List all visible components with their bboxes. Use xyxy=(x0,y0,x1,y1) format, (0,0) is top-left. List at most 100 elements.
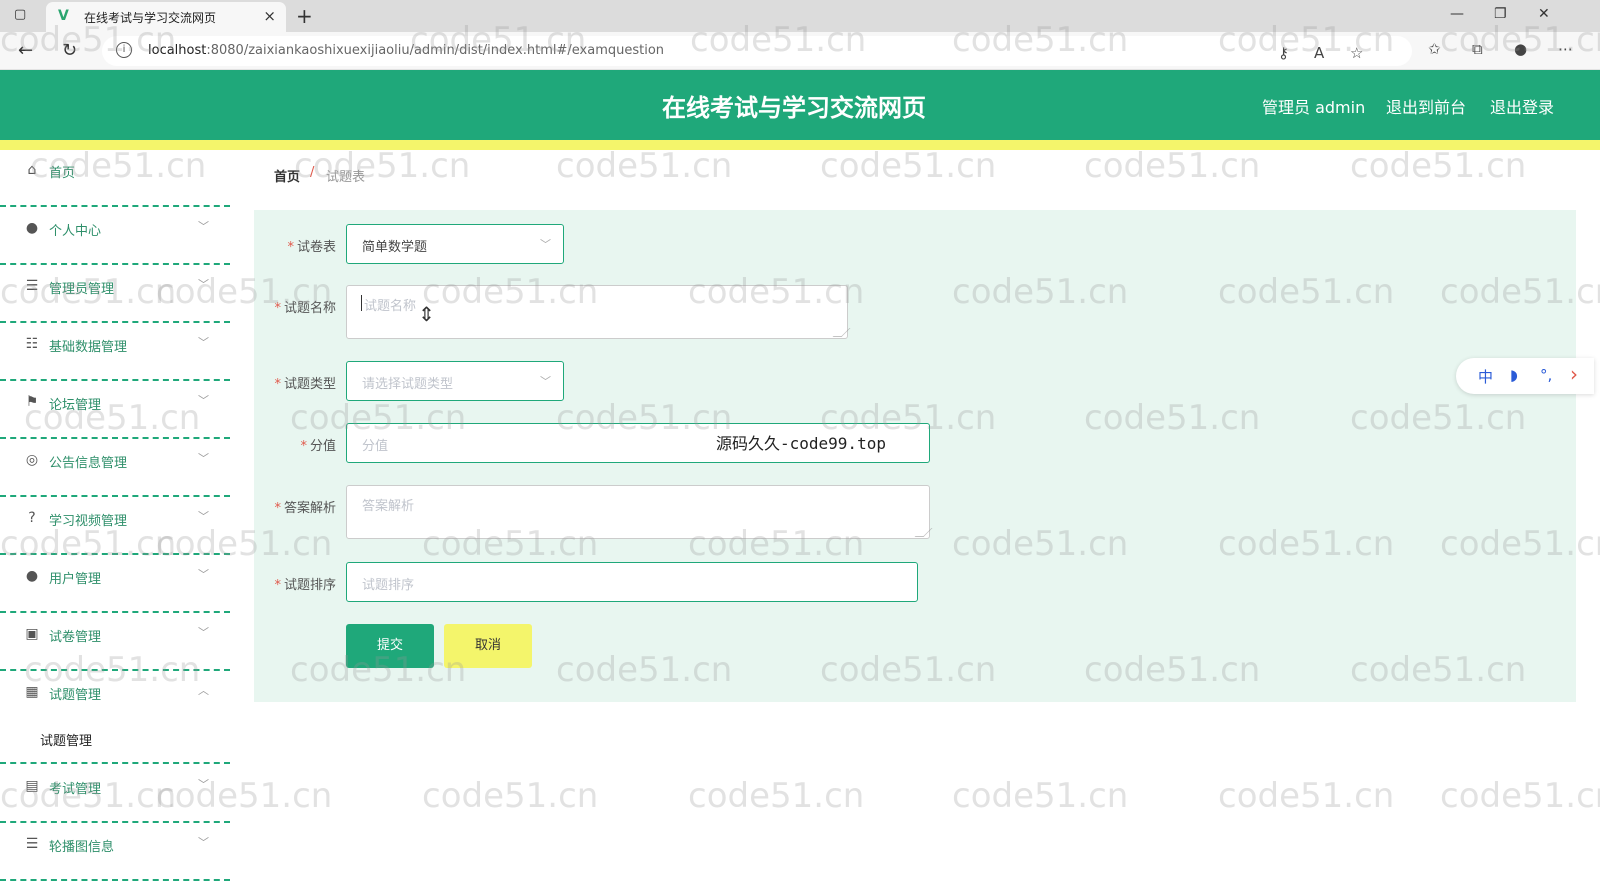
admin-label: 管理员 admin xyxy=(1262,98,1366,117)
paper-label-text: 试卷表 xyxy=(296,240,336,255)
sidebar-item-exams[interactable]: ▤ 考试管理 ﹀ xyxy=(0,766,230,823)
sidebar-item-home[interactable]: ⌂ 首页 xyxy=(0,150,230,207)
clipboard-icon: ▣ xyxy=(25,626,39,642)
sidebar-item-users[interactable]: ● 用户管理 ﹀ xyxy=(0,556,230,613)
key-icon[interactable]: ⚷ xyxy=(1278,44,1289,62)
required-mark: * xyxy=(274,501,281,516)
printer-icon: ▤ xyxy=(25,778,39,794)
collections-icon[interactable]: ⧉ xyxy=(1472,40,1483,58)
resize-handle[interactable] xyxy=(832,328,851,337)
browser-tab[interactable]: V 在线考试与学习交流网页 × xyxy=(46,2,286,32)
tab-title: 在线考试与学习交流网页 xyxy=(84,11,217,25)
compass-icon: ◎ xyxy=(25,452,39,468)
grid-icon: ▦ xyxy=(25,684,39,700)
url-text[interactable]: localhost:8080/zaixiankaoshixuexijiaoliu… xyxy=(148,43,664,58)
new-tab-icon[interactable]: + xyxy=(296,4,313,28)
sidebar-item-basic-data[interactable]: ☷ 基础数据管理 ﹀ xyxy=(0,324,230,381)
tab-actions-icon[interactable]: ▢ xyxy=(14,7,32,25)
required-mark: * xyxy=(274,578,281,593)
type-placeholder: 请选择试题类型 xyxy=(362,377,454,392)
cancel-button[interactable]: 取消 xyxy=(444,624,532,668)
watermark: code51.cn xyxy=(1440,776,1600,816)
order-label-text: 试题排序 xyxy=(283,578,336,593)
more-menu-icon[interactable]: ⋯ xyxy=(1558,40,1573,58)
sidebar: ⌂ 首页 ● 个人中心 ﹀ ☰ 管理员管理 ﹀ ☷ 基础数据管理 ﹀ ⚑ 论坛管… xyxy=(0,150,230,881)
reload-icon[interactable]: ↻ xyxy=(62,40,77,61)
sidebar-item-label: 论坛管理 xyxy=(49,398,102,413)
chevron-down-icon: ﹀ xyxy=(198,452,209,465)
user-icon: ● xyxy=(25,568,39,584)
sidebar-item-forum[interactable]: ⚑ 论坛管理 ﹀ xyxy=(0,382,230,439)
score-label: * 分值 xyxy=(246,435,336,454)
paper-select-value: 简单数学题 xyxy=(362,240,428,255)
sidebar-item-label: 考试管理 xyxy=(49,782,102,797)
breadcrumb-current: 试题表 xyxy=(326,170,366,185)
breadcrumb-separator: / xyxy=(310,165,315,180)
user-icon: ● xyxy=(25,220,39,236)
sidebar-item-papers[interactable]: ▣ 试卷管理 ﹀ xyxy=(0,614,230,671)
score-placeholder: 分值 xyxy=(362,439,389,454)
text-caret xyxy=(361,295,362,311)
required-mark: * xyxy=(274,301,281,316)
sidebar-item-personal-center[interactable]: ● 个人中心 ﹀ xyxy=(0,208,230,265)
name-label: * 试题名称 xyxy=(246,297,336,316)
close-window-icon[interactable]: ✕ xyxy=(1538,6,1550,22)
language-toggle[interactable]: 中 xyxy=(1478,366,1493,387)
analysis-label-text: 答案解析 xyxy=(283,501,336,516)
moon-icon[interactable]: ◗ xyxy=(1510,366,1518,384)
home-icon: ⌂ xyxy=(27,162,37,178)
sidebar-item-label: 学习视频管理 xyxy=(49,514,128,529)
paper-select[interactable]: 简单数学题 ﹀ xyxy=(346,224,564,264)
score-label-text: 分值 xyxy=(309,439,336,454)
floating-toolbar: 中 ◗ °, › xyxy=(1456,358,1594,394)
analysis-textarea[interactable]: 答案解析 xyxy=(346,485,933,539)
read-aloud-icon[interactable]: A xyxy=(1314,44,1324,62)
chevron-down-icon: ﹀ xyxy=(198,568,209,581)
sidebar-item-label: 用户管理 xyxy=(49,572,102,587)
sidebar-item-label: 公告信息管理 xyxy=(49,456,128,471)
profile-avatar-icon[interactable]: ● xyxy=(1514,40,1527,58)
sidebar-item-label: 试卷管理 xyxy=(49,630,102,645)
sidebar-item-label: 试题管理 xyxy=(49,688,102,703)
favorites-icon[interactable]: ✩ xyxy=(1428,40,1441,58)
chevron-down-icon: ﹀ xyxy=(198,336,209,349)
flag-icon: ⚑ xyxy=(25,394,39,410)
list-icon: ☰ xyxy=(25,278,39,294)
sidebar-item-carousel[interactable]: ☰ 轮播图信息 ﹀ xyxy=(0,824,230,881)
sidebar-item-label: 个人中心 xyxy=(49,224,102,239)
chevron-down-icon: ﹀ xyxy=(540,238,551,251)
url-host: localhost xyxy=(148,43,207,58)
app-header: 在线考试与学习交流网页 管理员 admin 退出到前台 退出登录 xyxy=(0,70,1600,140)
tab-close-icon[interactable]: × xyxy=(263,7,276,25)
favorite-add-icon[interactable]: ☆ xyxy=(1350,44,1363,62)
exit-to-frontend-link[interactable]: 退出到前台 xyxy=(1386,94,1466,118)
sidebar-item-admin-manage[interactable]: ☰ 管理员管理 ﹀ xyxy=(0,266,230,323)
url-bar[interactable]: i localhost:8080/zaixiankaoshixuexijiaol… xyxy=(102,36,1412,66)
sidebar-item-notice[interactable]: ◎ 公告信息管理 ﹀ xyxy=(0,440,230,497)
sidebar-subitem-label: 试题管理 xyxy=(40,734,93,749)
type-select[interactable]: 请选择试题类型 ﹀ xyxy=(346,361,564,401)
logout-link[interactable]: 退出登录 xyxy=(1490,94,1554,118)
punctuation-toggle[interactable]: °, xyxy=(1540,366,1552,384)
chevron-down-icon: ﹀ xyxy=(198,394,209,407)
name-label-text: 试题名称 xyxy=(283,301,336,316)
sidebar-item-video[interactable]: ? 学习视频管理 ﹀ xyxy=(0,498,230,555)
minimize-icon[interactable]: — xyxy=(1450,6,1464,22)
order-label: * 试题排序 xyxy=(246,574,336,593)
order-input[interactable]: 试题排序 xyxy=(346,562,918,602)
back-icon[interactable]: ← xyxy=(18,40,33,61)
chevron-up-icon: ︿ xyxy=(198,684,209,697)
chevron-down-icon: ﹀ xyxy=(198,778,209,791)
restore-icon[interactable]: ❐ xyxy=(1494,6,1507,22)
sidebar-subitem-questions[interactable]: 试题管理 xyxy=(0,714,230,764)
name-placeholder: 试题名称 xyxy=(364,299,417,314)
chevron-right-icon[interactable]: › xyxy=(1570,362,1578,386)
submit-button[interactable]: 提交 xyxy=(346,624,434,668)
site-info-icon[interactable]: i xyxy=(116,42,132,58)
watermark: code51.cn xyxy=(1218,776,1395,816)
watermark: code51.cn xyxy=(688,776,865,816)
resize-handle[interactable] xyxy=(914,528,933,537)
watermark: code51.cn xyxy=(422,776,599,816)
required-mark: * xyxy=(287,240,294,255)
breadcrumb-home[interactable]: 首页 xyxy=(274,166,300,185)
